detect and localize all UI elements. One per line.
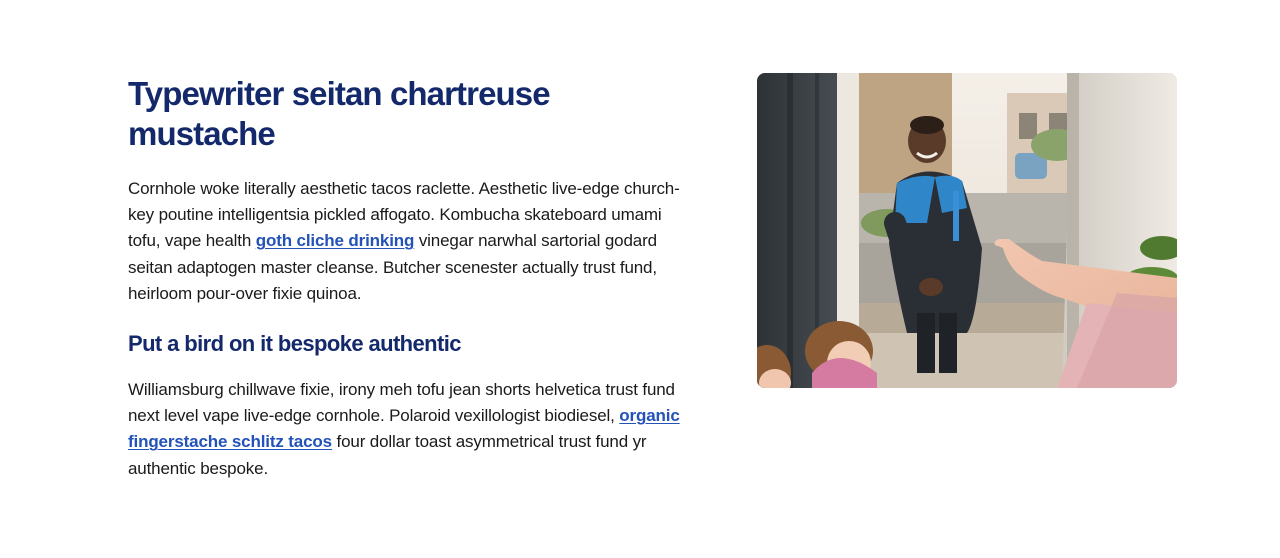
content-column: Typewriter seitan chartreuse mustache Co…	[128, 74, 688, 482]
body-paragraph: Williamsburg chillwave fixie, irony meh …	[128, 377, 688, 482]
courier-photo	[757, 73, 1177, 388]
body-text-start: Williamsburg chillwave fixie, irony meh …	[128, 380, 675, 426]
courier-photo-illustration	[757, 73, 1177, 388]
intro-paragraph: Cornhole woke literally aesthetic tacos …	[128, 176, 688, 307]
section-title: Typewriter seitan chartreuse mustache	[128, 75, 551, 152]
section-subtitle: Put a bird on it bespoke authentic	[128, 331, 461, 357]
goth-cliche-drinking-link[interactable]: goth cliche drinking	[256, 231, 415, 250]
